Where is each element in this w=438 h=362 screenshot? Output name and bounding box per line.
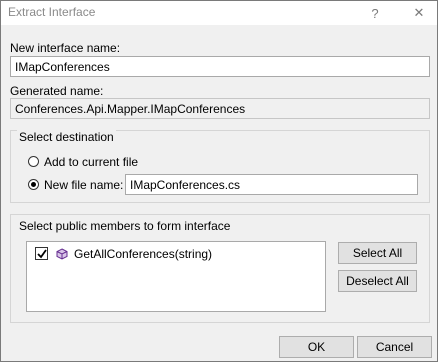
close-button[interactable]: ✕ xyxy=(401,1,437,25)
select-all-button[interactable]: Select All xyxy=(338,242,417,264)
member-label: GetAllConferences(string) xyxy=(74,247,213,261)
add-to-current-file-label[interactable]: Add to current file xyxy=(44,155,138,169)
interface-name-input[interactable] xyxy=(10,56,430,77)
extract-interface-dialog: Extract Interface ? ✕ New interface name… xyxy=(0,0,438,362)
checkmark-icon xyxy=(37,249,47,259)
new-file-label[interactable]: New file name: xyxy=(44,178,123,192)
close-icon: ✕ xyxy=(413,5,425,20)
members-group-label: Select public members to form interface xyxy=(17,219,233,233)
member-checkbox[interactable] xyxy=(35,247,48,260)
list-item[interactable]: GetAllConferences(string) xyxy=(27,242,325,266)
help-icon: ? xyxy=(371,5,379,21)
generated-name-field: Conferences.Api.Mapper.IMapConferences xyxy=(10,98,430,119)
generated-name-label: Generated name: xyxy=(10,84,104,98)
ok-button[interactable]: OK xyxy=(279,336,354,358)
destination-group-label: Select destination xyxy=(17,130,116,144)
method-cube-icon xyxy=(56,248,68,260)
members-group: Select public members to form interface … xyxy=(10,214,430,323)
new-file-radio[interactable] xyxy=(28,179,39,190)
title-bar: Extract Interface ? ✕ xyxy=(1,1,437,25)
help-button[interactable]: ? xyxy=(357,1,393,25)
dialog-title: Extract Interface xyxy=(8,5,96,19)
members-list[interactable]: GetAllConferences(string) xyxy=(26,241,326,312)
deselect-all-button[interactable]: Deselect All xyxy=(338,270,417,292)
interface-name-label: New interface name: xyxy=(10,41,121,55)
new-file-name-input[interactable] xyxy=(125,174,418,195)
destination-group: Select destination Add to current file N… xyxy=(10,130,430,203)
cancel-button[interactable]: Cancel xyxy=(357,336,432,358)
add-to-current-file-radio[interactable] xyxy=(28,156,39,167)
